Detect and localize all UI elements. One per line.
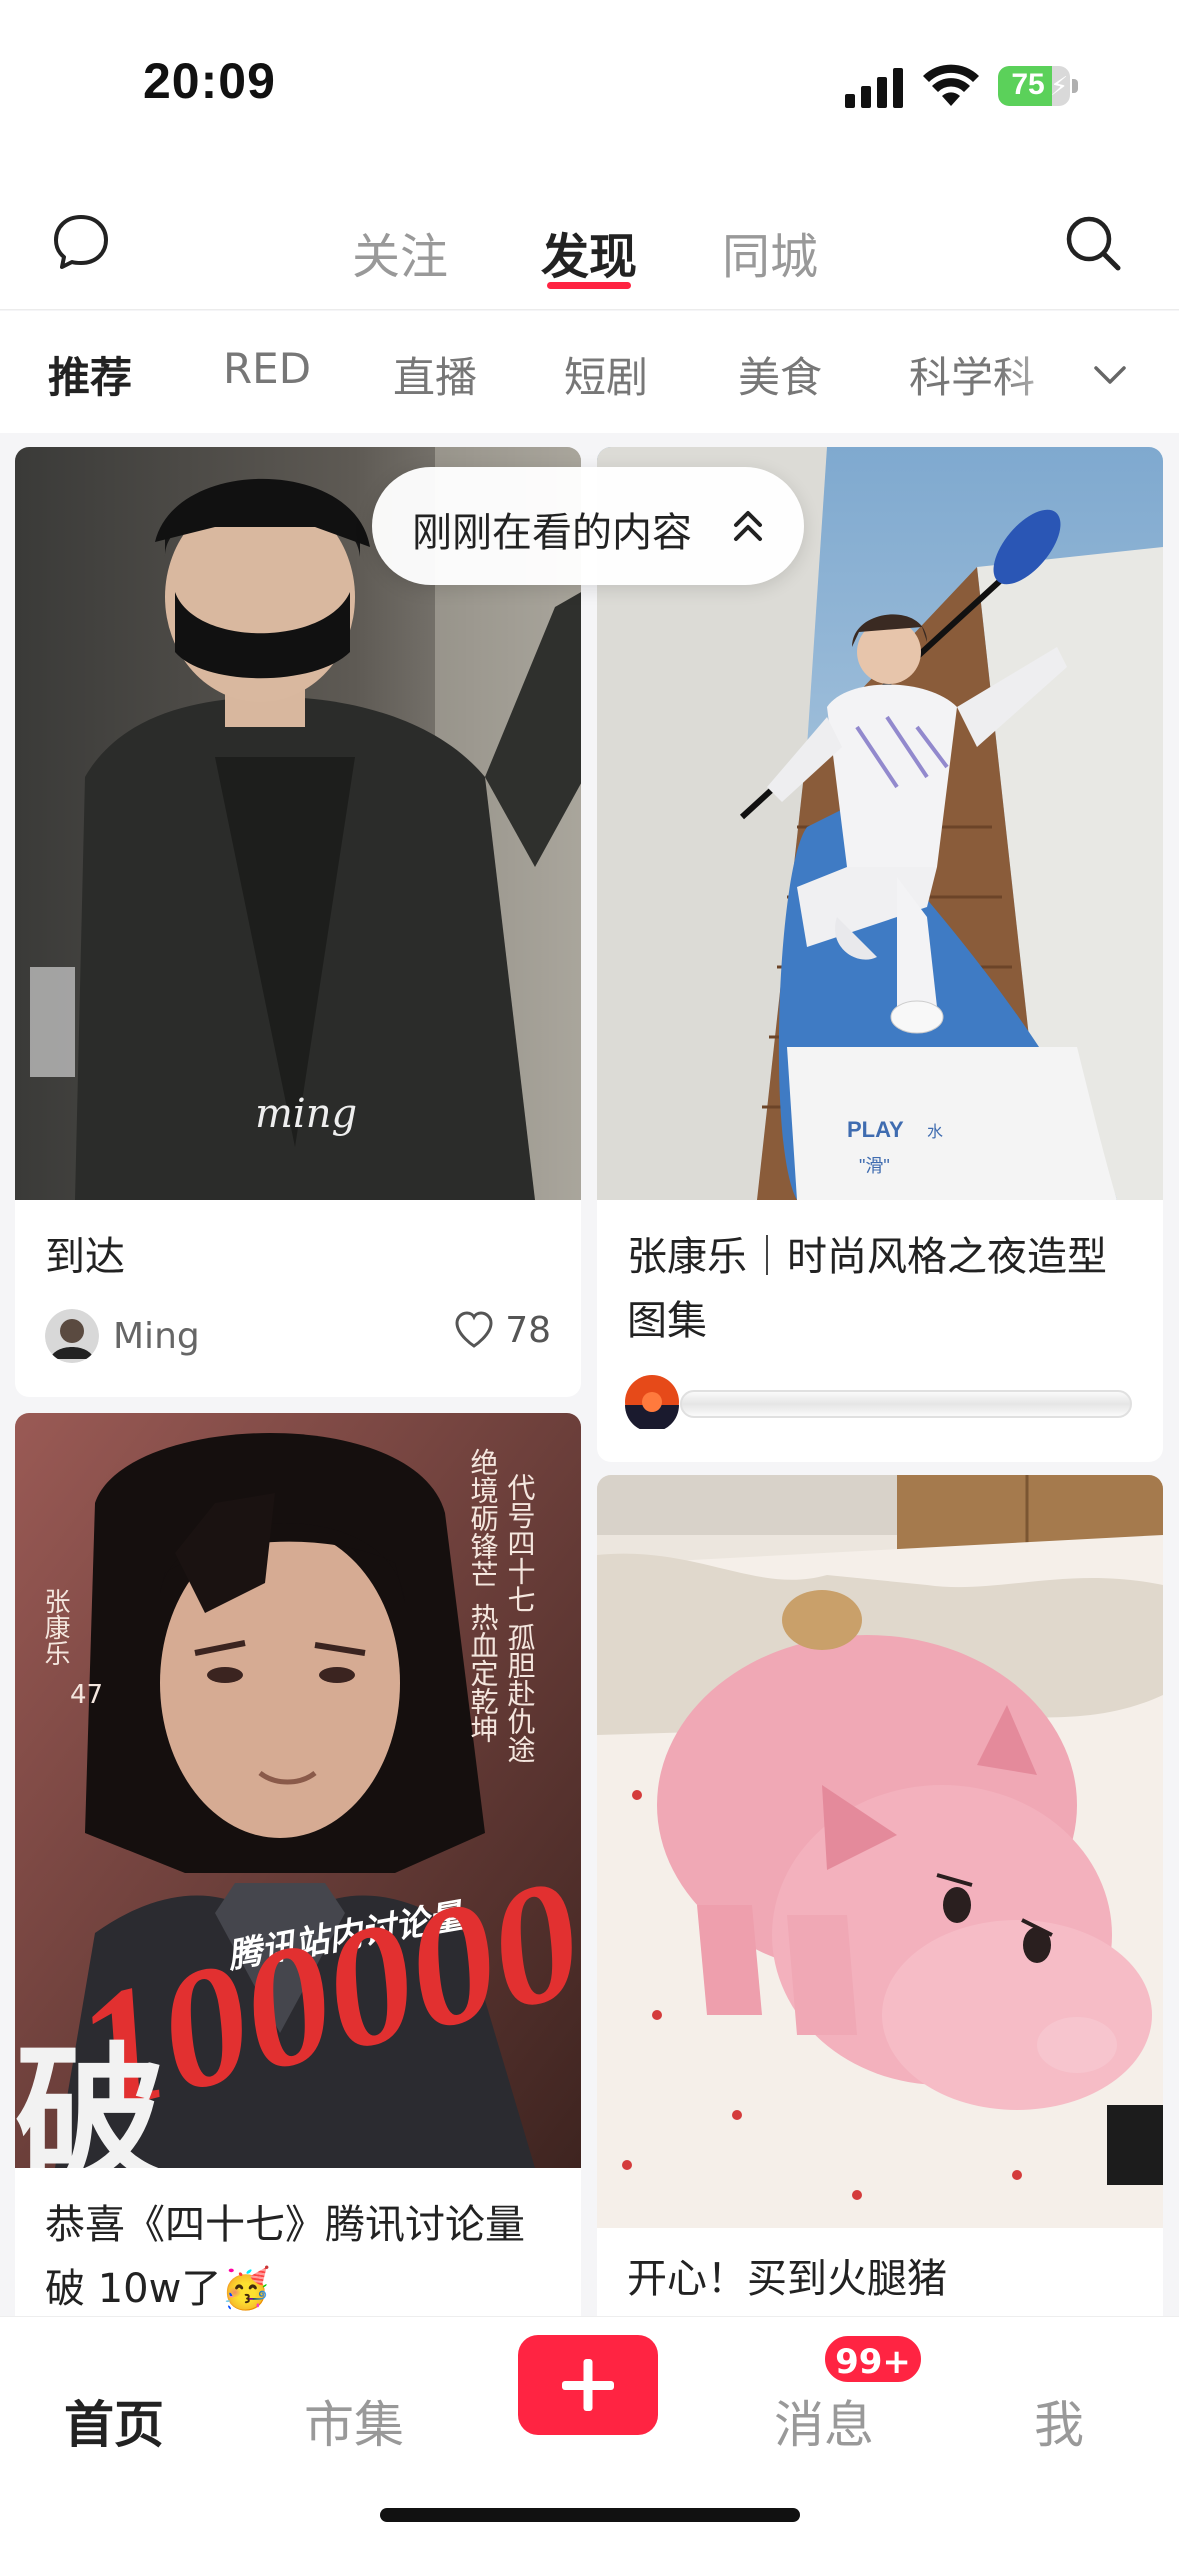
like-count: 78: [505, 1309, 551, 1351]
cover-image: 代号四十七 孤胆赴仇途 绝境砺锋芒 热血定乾坤 张康乐 47 腾讯站内讨论量 1…: [15, 1413, 581, 2168]
category-live[interactable]: 直播: [393, 344, 477, 405]
search-icon[interactable]: [1063, 213, 1123, 273]
cover-image: [597, 1475, 1163, 2228]
battery-icon: 75 ⚡: [998, 66, 1078, 106]
board-text-2: "滑": [859, 1156, 890, 1176]
board-text-3: 水: [927, 1123, 943, 1141]
heart-icon: [455, 1311, 493, 1348]
card-author[interactable]: Ming: [45, 1309, 200, 1363]
chat-bubble-icon[interactable]: [52, 213, 110, 271]
board-text: PLAY: [847, 1117, 904, 1142]
like-button[interactable]: 78: [453, 1309, 551, 1351]
wifi-icon: [923, 64, 979, 106]
poster-vertical-text: 张康乐: [40, 1588, 70, 1666]
poster-vertical-text: 代号四十七: [504, 1473, 537, 1613]
plus-icon: [562, 2359, 614, 2411]
cellular-signal-icon: [845, 68, 903, 108]
create-post-button[interactable]: [518, 2335, 658, 2435]
card-title: 开心！买到火腿猪: [627, 2256, 947, 2302]
card-title: 恭喜《四十七》腾讯讨论量破 10w了🥳: [45, 2202, 525, 2312]
messages-badge: 99+: [822, 2333, 924, 2385]
author-name: Ming: [113, 1315, 200, 1357]
poster-big-char: 破: [15, 2028, 165, 2168]
tab-discover[interactable]: 发现: [541, 217, 637, 287]
card-title: 张康乐｜时尚风格之夜造型图集: [627, 1234, 1107, 1344]
poster-number: 47: [70, 1680, 103, 1710]
category-food[interactable]: 美食: [738, 344, 822, 405]
avatar: [45, 1309, 99, 1363]
category-short-drama[interactable]: 短剧: [564, 344, 648, 405]
poster-vertical-text: 热血定乾坤: [467, 1603, 500, 1743]
app-screen: 20:09 75 ⚡ 关注 发现 同城 推荐 RED 直播 短剧 美食 科学科 …: [0, 0, 1179, 2556]
tab-following[interactable]: 关注: [352, 217, 448, 287]
tab-messages[interactable]: 消息: [774, 2385, 874, 2457]
tab-home[interactable]: 首页: [64, 2385, 164, 2457]
double-chevron-up-icon: [734, 511, 762, 541]
chevron-down-icon[interactable]: [1090, 355, 1130, 395]
popup-label: 刚刚在看的内容: [412, 510, 692, 556]
recent-viewed-popup[interactable]: 刚刚在看的内容: [372, 467, 804, 585]
category-red[interactable]: RED: [223, 344, 311, 393]
card-title: 到达: [45, 1234, 125, 1280]
feed-card[interactable]: ming 到达 Ming 78: [15, 447, 581, 1397]
status-bar: 20:09 75 ⚡: [0, 0, 1179, 175]
tab-nearby[interactable]: 同城: [722, 217, 818, 287]
home-indicator: [380, 2508, 800, 2522]
poster-vertical-text: 孤胆赴仇途: [504, 1623, 537, 1763]
watermark-text: ming: [255, 1091, 357, 1137]
tab-market[interactable]: 市集: [304, 2385, 404, 2457]
feed-card[interactable]: 开心！买到火腿猪: [597, 1475, 1163, 2335]
feed-card[interactable]: PLAY 水 "滑" 张康乐｜时尚风格之夜造型图集: [597, 447, 1163, 1462]
status-time: 20:09: [143, 53, 276, 109]
battery-percent: 75: [1011, 68, 1045, 101]
active-tab-underline: [547, 282, 631, 289]
charging-bolt-icon: ⚡: [1050, 72, 1069, 102]
top-nav: 关注 发现 同城: [0, 175, 1179, 310]
category-recommend[interactable]: 推荐: [48, 344, 132, 405]
poster-vertical-text: 绝境砺锋芒: [467, 1448, 500, 1588]
feed-card[interactable]: 代号四十七 孤胆赴仇途 绝境砺锋芒 热血定乾坤 张康乐 47 腾讯站内讨论量 1…: [15, 1413, 581, 2333]
author-loading-placeholder: [680, 1390, 1132, 1418]
tab-me[interactable]: 我: [1034, 2385, 1084, 2457]
category-bar: 推荐 RED 直播 短剧 美食 科学科: [0, 311, 1179, 433]
author-avatar: [625, 1375, 679, 1429]
category-fade: [999, 311, 1089, 433]
